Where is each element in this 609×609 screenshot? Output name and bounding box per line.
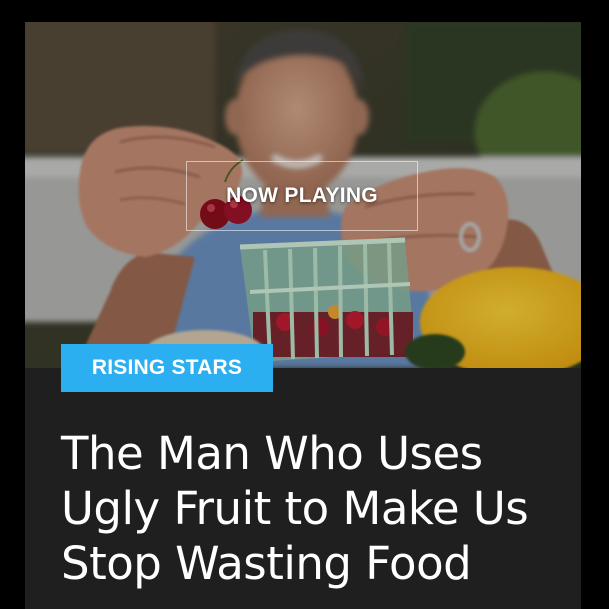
category-badge[interactable]: RISING STARS — [61, 344, 273, 392]
video-thumbnail[interactable]: NOW PLAYING — [25, 22, 581, 368]
now-playing-button[interactable]: NOW PLAYING — [186, 161, 418, 231]
article-card[interactable]: NOW PLAYING RISING STARS The Man Who Use… — [25, 22, 581, 609]
article-headline[interactable]: The Man Who Uses Ugly Fruit to Make Us S… — [61, 426, 561, 591]
